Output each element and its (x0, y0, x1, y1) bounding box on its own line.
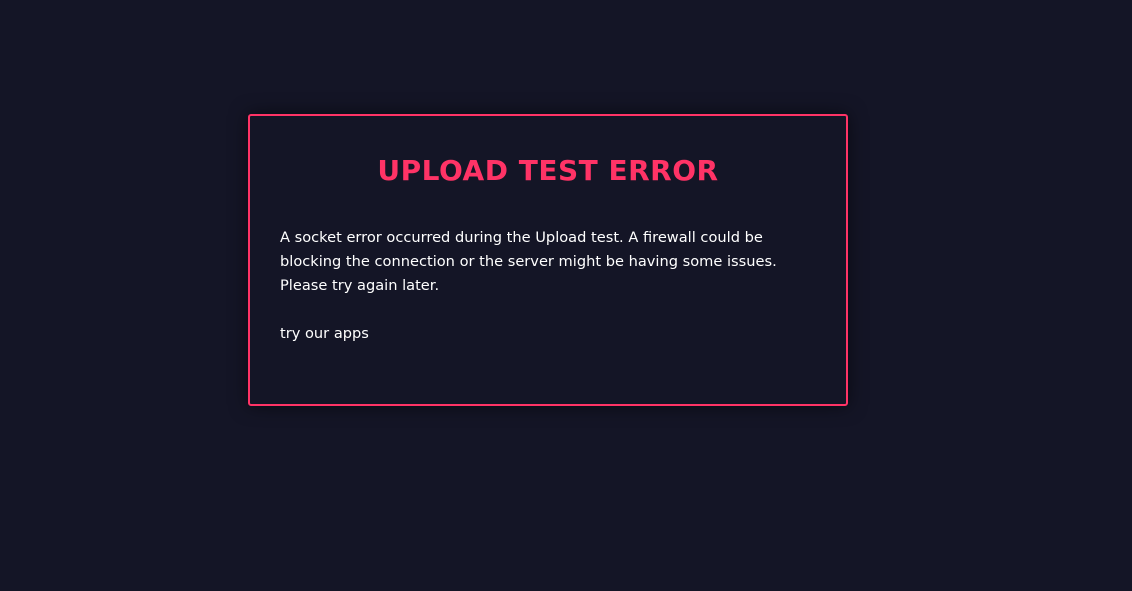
error-message: A socket error occurred during the Uploa… (280, 229, 777, 294)
error-title: UPLOAD TEST ERROR (377, 154, 719, 187)
try-our-apps-link[interactable]: try our apps (280, 322, 369, 346)
upload-error-dialog: UPLOAD TEST ERROR A socket error occurre… (248, 114, 848, 406)
